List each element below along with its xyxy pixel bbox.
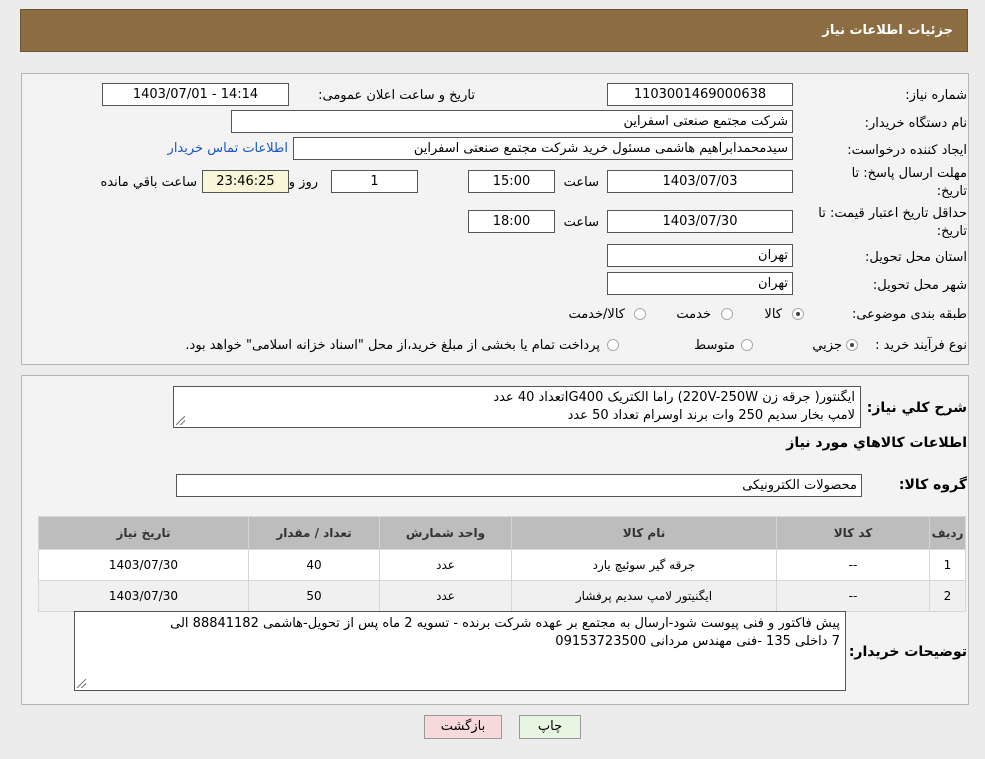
remaining-time-label: ساعت باقي مانده: [100, 175, 197, 190]
resize-grip-icon[interactable]: [176, 416, 185, 425]
buyer-notes-line-1: پیش فاکتور و فنی پیوست شود-ارسال به مجتم…: [170, 616, 840, 631]
col-header-unit: واحد شمارش: [379, 516, 512, 550]
province-field: تهران: [607, 244, 793, 267]
days-label: روز و: [288, 175, 318, 190]
category-radio-service[interactable]: [721, 308, 733, 320]
cell-code: --: [776, 549, 930, 581]
category-radio-goods-service[interactable]: [634, 308, 646, 320]
col-header-code: کد کالا: [776, 516, 930, 550]
col-header-quantity: تعداد / مقدار: [248, 516, 380, 550]
creator-label: ایجاد کننده درخواست:: [847, 143, 967, 158]
buyer-notes-line-2: 7 داخلی 135 -فنی مهندس مردانی 0915372350…: [555, 634, 840, 649]
goods-section-title: اطلاعات کالاهاي مورد نياز: [786, 435, 967, 451]
category-option-goods: کالا: [764, 307, 782, 322]
buyer-org-field: شرکت مجتمع صنعتی اسفراین: [231, 110, 793, 133]
deadline-label-2: تاریخ:: [936, 184, 967, 199]
category-label: طبقه بندی موضوعی:: [851, 307, 967, 322]
description-line-1: ایگنتور( جرقه زن 220V-250W) راما الکتریک…: [493, 390, 855, 405]
buyer-notes-textarea[interactable]: پیش فاکتور و فنی پیوست شود-ارسال به مجتم…: [74, 611, 846, 691]
process-radio-treasury[interactable]: [607, 339, 619, 351]
validity-date-field: 1403/07/30: [607, 210, 793, 233]
validity-time-field: 18:00: [468, 210, 555, 233]
buyer-org-label: نام دستگاه خریدار:: [864, 116, 967, 131]
deadline-time-field: 15:00: [468, 170, 555, 193]
description-textarea[interactable]: ایگنتور( جرقه زن 220V-250W) راما الکتریک…: [173, 386, 861, 428]
cell-name: جرقه گیر سوئیچ یارد: [511, 549, 777, 581]
goods-group-label: گروه کالا:: [898, 477, 967, 493]
goods-group-field: محصولات الکترونیکی: [176, 474, 862, 497]
process-option-minor: جزیي: [812, 338, 842, 353]
category-option-service: خدمت: [676, 307, 711, 322]
category-radio-goods[interactable]: [792, 308, 804, 320]
creator-field: سیدمحمدابراهیم هاشمی مسئول خرید شرکت مجت…: [293, 137, 793, 160]
back-button[interactable]: بازگشت: [424, 715, 502, 739]
table-row: 2 -- ایگنیتور لامپ سدیم پرفشار عدد 50 14…: [38, 580, 966, 612]
resize-grip-icon[interactable]: [77, 679, 86, 688]
process-treasury-note: پرداخت تمام یا بخشی از مبلغ خرید،از محل …: [185, 338, 600, 353]
validity-label: حداقل تاریخ اعتبار قیمت: تا: [818, 206, 967, 221]
need-number-label: شماره نیاز:: [905, 88, 967, 103]
validity-time-label: ساعت: [563, 215, 599, 230]
need-number-field: 1103001469000638: [607, 83, 793, 106]
cell-row-number: 2: [929, 580, 966, 612]
remaining-time-field: 23:46:25: [202, 170, 289, 193]
cell-need-date: 1403/07/30: [38, 549, 249, 581]
cell-code: --: [776, 580, 930, 612]
page-title: جزئیات اطلاعات نیاز: [822, 23, 953, 38]
cell-need-date: 1403/07/30: [38, 580, 249, 612]
process-label: نوع فرآیند خرید :: [875, 338, 967, 353]
cell-unit: عدد: [379, 580, 512, 612]
city-field: تهران: [607, 272, 793, 295]
print-button[interactable]: چاپ: [519, 715, 581, 739]
cell-row-number: 1: [929, 549, 966, 581]
buyer-contact-link[interactable]: اطلاعات تماس خریدار: [168, 141, 288, 156]
process-option-medium: متوسط: [694, 338, 735, 353]
goods-table: رديف کد کالا نام کالا واحد شمارش تعداد /…: [38, 516, 966, 612]
city-label: شهر محل تحویل:: [872, 278, 967, 293]
process-radio-medium[interactable]: [741, 339, 753, 351]
description-label: شرح کلي نياز:: [866, 400, 967, 416]
cell-name: ایگنیتور لامپ سدیم پرفشار: [511, 580, 777, 612]
table-row: 1 -- جرقه گیر سوئیچ یارد عدد 40 1403/07/…: [38, 549, 966, 581]
buyer-notes-label: توضیحات خریدار:: [848, 644, 967, 660]
deadline-time-label: ساعت: [563, 175, 599, 190]
announce-date-label: تاریخ و ساعت اعلان عمومی:: [318, 88, 475, 103]
col-header-name: نام کالا: [511, 516, 777, 550]
col-header-row-number: رديف: [929, 516, 966, 550]
days-field: 1: [331, 170, 418, 193]
col-header-need-date: تاریخ نیاز: [38, 516, 249, 550]
announce-date-field: 1403/07/01 - 14:14: [102, 83, 289, 106]
deadline-label: مهلت ارسال پاسخ: تا: [851, 166, 967, 181]
cell-quantity: 50: [248, 580, 380, 612]
province-label: استان محل تحویل:: [865, 250, 967, 265]
table-header-row: رديف کد کالا نام کالا واحد شمارش تعداد /…: [38, 516, 966, 550]
category-option-goods-service: کالا/خدمت: [568, 307, 625, 322]
description-line-2: لامپ بخار سدیم 250 وات برند اوسرام تعداد…: [567, 408, 855, 423]
cell-quantity: 40: [248, 549, 380, 581]
validity-label-2: تاریخ:: [936, 224, 967, 239]
deadline-date-field: 1403/07/03: [607, 170, 793, 193]
cell-unit: عدد: [379, 549, 512, 581]
page-header: جزئیات اطلاعات نیاز: [20, 9, 968, 52]
process-radio-minor[interactable]: [846, 339, 858, 351]
